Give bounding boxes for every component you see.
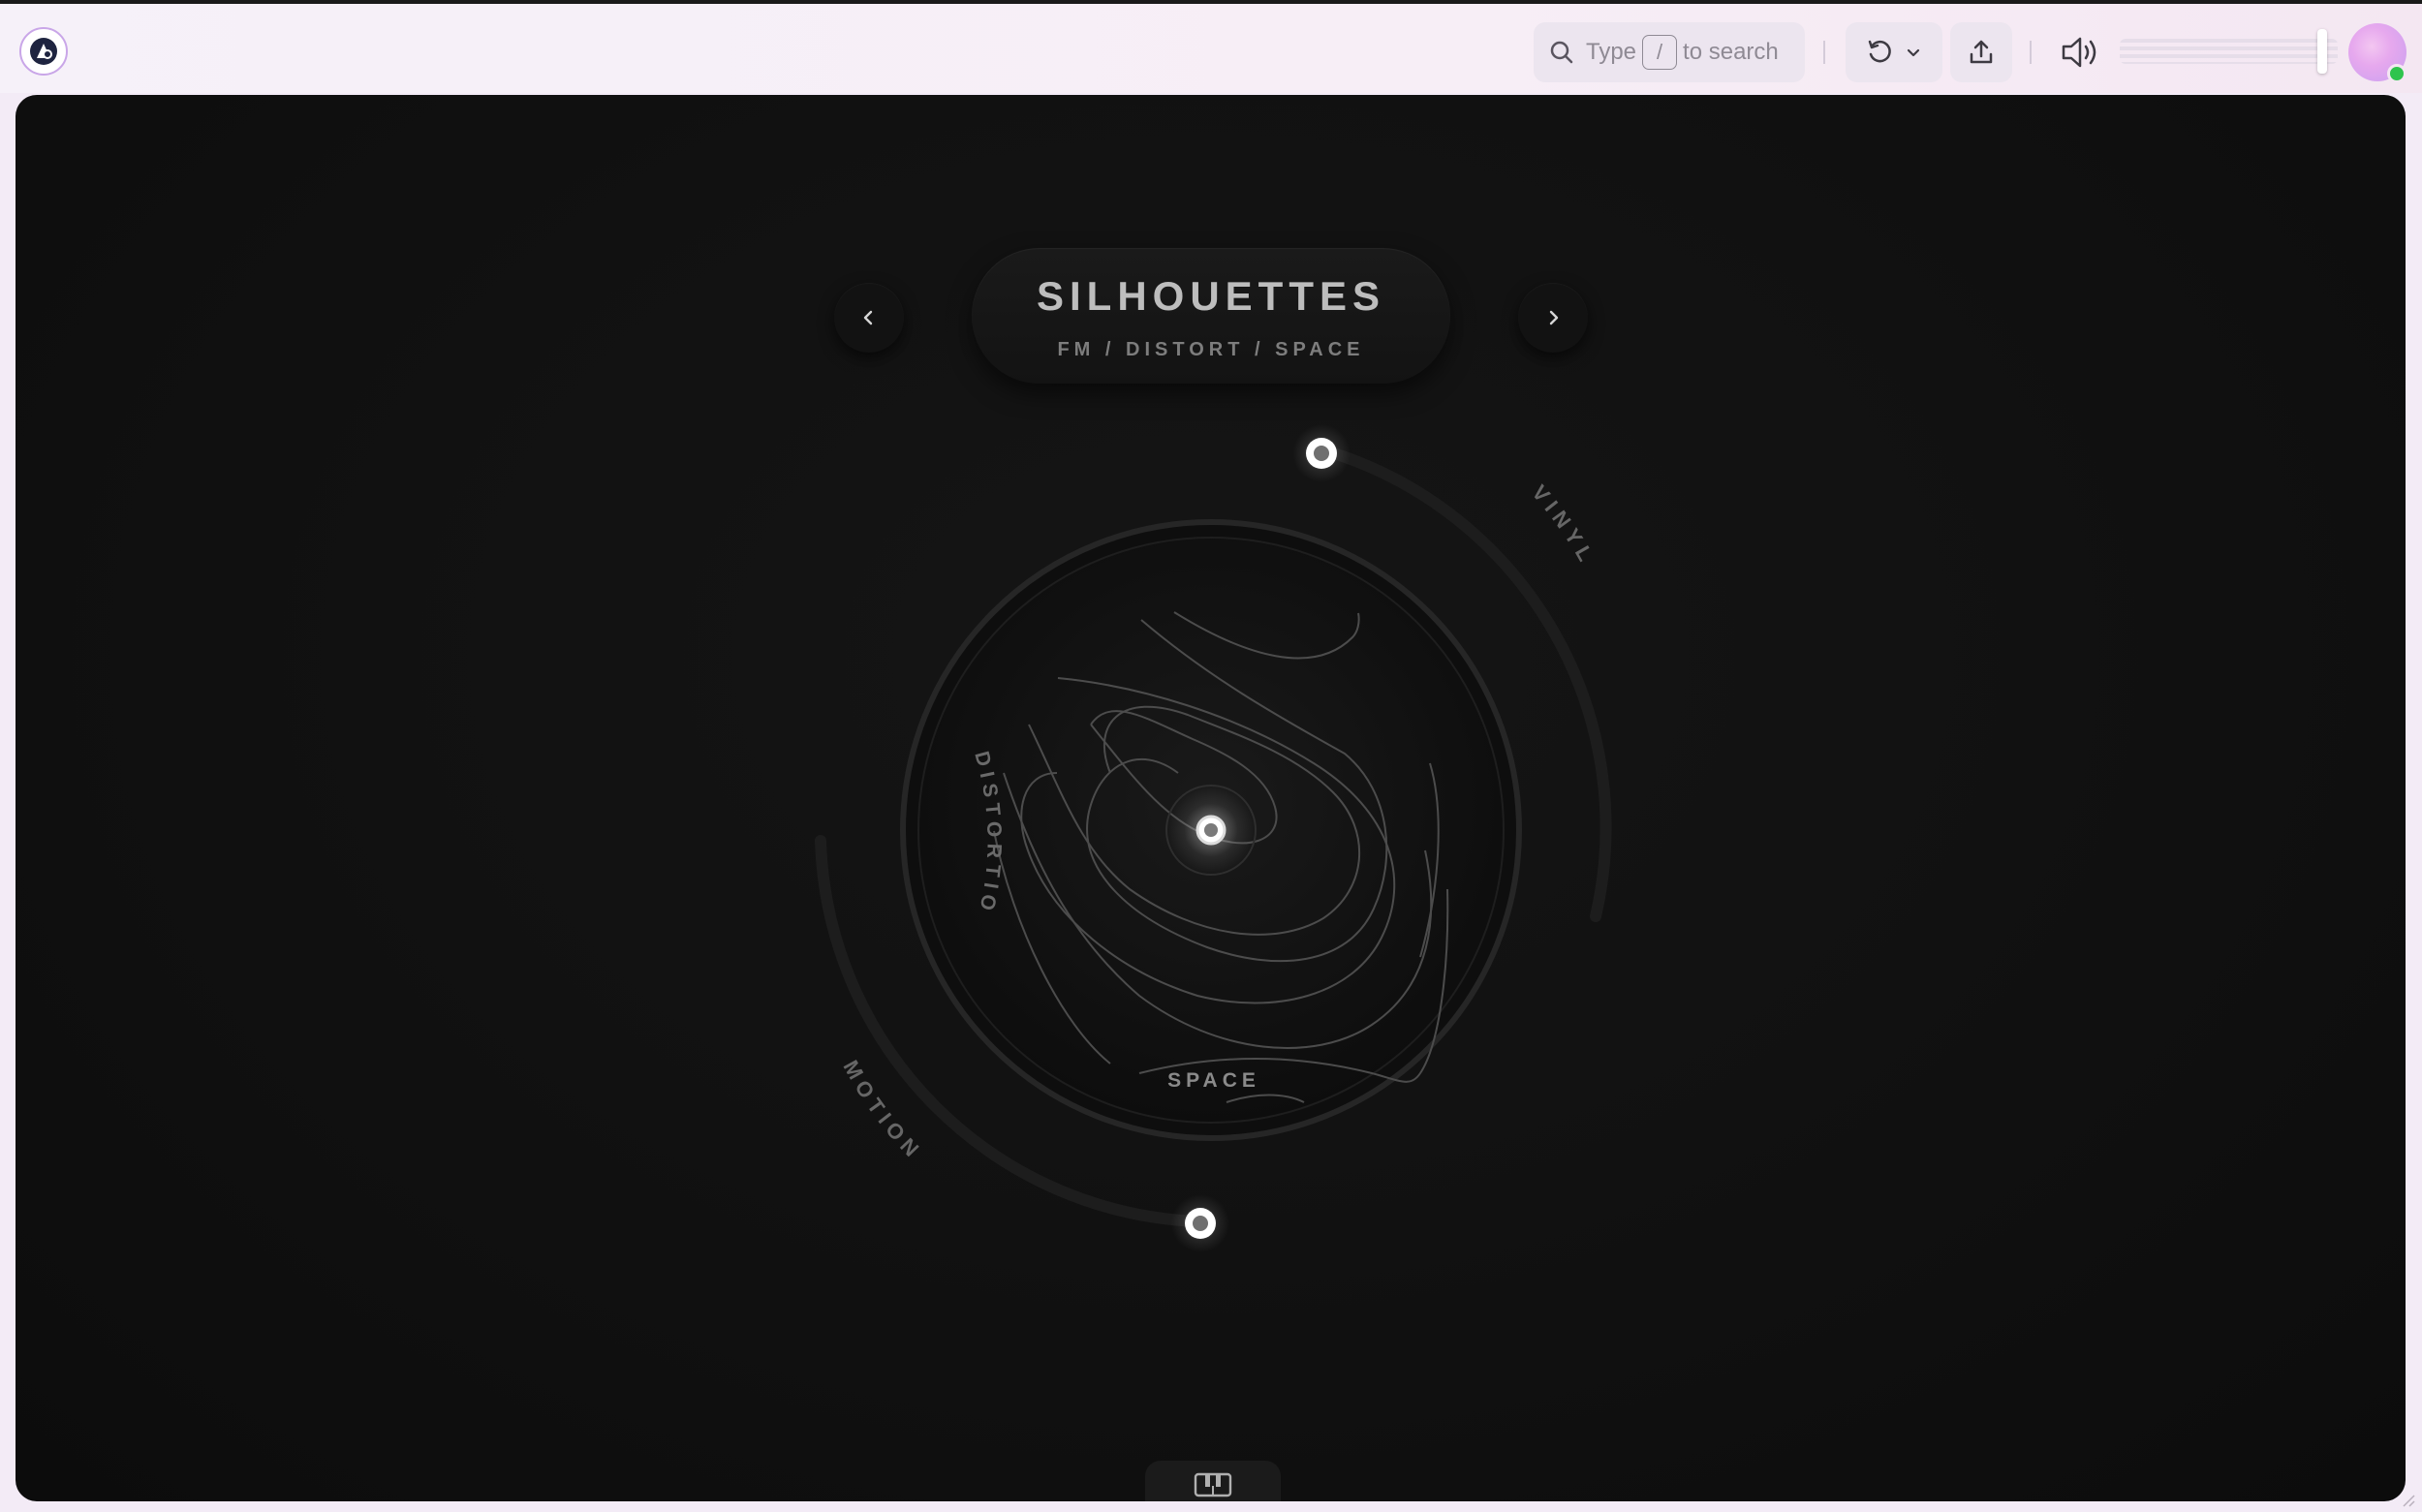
motion-label: MOTION — [838, 1056, 927, 1165]
instrument-stage: SILHOUETTES FM / DISTORT / SPACE VINYL M… — [16, 95, 2406, 1501]
sound-visualizer: VINYL MOTION DISTORTION SPACE — [16, 95, 1612, 1252]
keyboard-toggle-button[interactable] — [1145, 1461, 1281, 1501]
distortion-label: DISTORTION — [16, 95, 1006, 918]
divider — [1823, 41, 1825, 64]
speaker-icon[interactable] — [2060, 35, 2100, 70]
chevron-down-icon — [1907, 48, 1920, 57]
motion-knob-center — [1193, 1216, 1208, 1231]
top-bar: Type / to search — [0, 0, 2422, 93]
logo-icon — [30, 38, 57, 65]
volume-slider-thumb[interactable] — [2317, 29, 2328, 74]
search-icon — [1550, 41, 1573, 64]
search-box[interactable]: Type / to search — [1534, 22, 1805, 82]
vinyl-label: VINYL — [1527, 480, 1600, 571]
app-logo[interactable] — [19, 27, 68, 76]
search-shortcut-key: / — [1642, 35, 1678, 70]
volume-slider[interactable] — [2120, 39, 2338, 64]
piano-keys-icon — [1194, 1472, 1232, 1497]
undo-icon — [1868, 40, 1891, 63]
export-button[interactable] — [1950, 22, 2012, 82]
undo-history-button[interactable] — [1846, 22, 1942, 82]
xy-puck-center — [1204, 823, 1218, 837]
upload-icon — [1970, 40, 1993, 64]
online-status-dot — [2387, 64, 2406, 83]
divider — [2030, 41, 2032, 64]
space-label: SPACE — [1167, 1069, 1260, 1092]
search-suffix: to search — [1683, 39, 1779, 65]
vinyl-knob-center — [1314, 446, 1329, 461]
resize-grip-icon[interactable] — [2401, 1493, 2416, 1508]
search-prefix: Type — [1586, 39, 1637, 65]
